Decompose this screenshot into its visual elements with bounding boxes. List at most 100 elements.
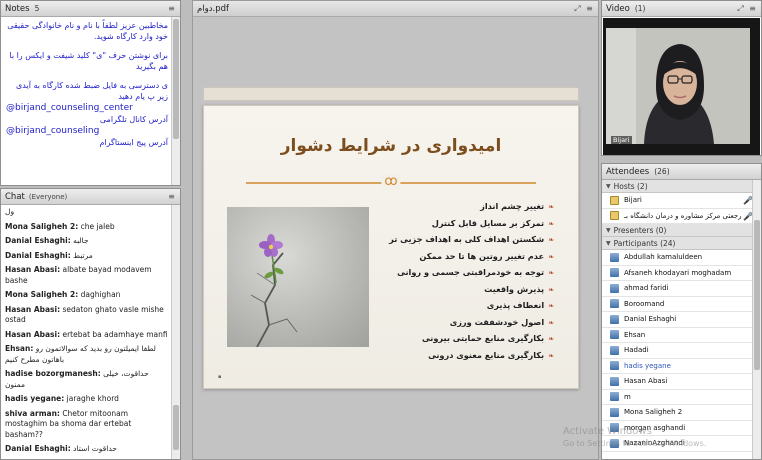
slide-ornament: ꝏ	[246, 174, 536, 190]
participant-icon	[610, 392, 619, 402]
attendee-name: Afsaneh khodayari moghadam	[624, 268, 732, 277]
watermark-line1: Activate Windows	[563, 426, 652, 437]
notes-line: آدرس کانال تلگرامی	[99, 115, 168, 124]
menu-icon[interactable]: ≡	[585, 4, 594, 13]
attendee-name: Mona Saligheh 2	[624, 408, 683, 417]
participant-row[interactable]: Hadadi	[602, 343, 761, 359]
participant-icon	[610, 252, 619, 262]
slide-bullet: ❧اصول خودشفقت ورزی	[364, 315, 554, 332]
attendees-count: (26)	[654, 167, 670, 176]
attendees-title: Attendees	[606, 166, 650, 177]
notes-pod: Notes 5 ≡ مخاطبین عزیز لطفاً با نام و نا…	[0, 0, 181, 186]
slide-bullet: ❧انعطاف پذیری	[364, 298, 554, 315]
bullet-icon: ❧	[548, 302, 554, 310]
notes-line: برای نوشتن حرف "ی" کلید شیفت و ایکس را ب…	[9, 51, 168, 71]
chat-message: Danial Eshaghi: حداقوت استاد	[5, 444, 168, 455]
chat-sender: Mona Saligheh 2:	[5, 290, 79, 299]
collapse-triangle-icon[interactable]: ▼	[606, 240, 611, 247]
attendee-name: Bijari	[624, 196, 642, 205]
participant-icon	[610, 314, 619, 324]
flower-image-graphic	[250, 234, 298, 347]
bullet-icon: ❧	[548, 269, 554, 277]
attendee-group-header[interactable]: ▼ Presenters (0)	[602, 224, 761, 237]
share-header: دوام.pdf ⤢ ≡	[193, 1, 598, 17]
chat-sender: Hasan Abasi:	[5, 304, 61, 314]
attendee-name: hadis yegane	[624, 361, 671, 370]
participant-icon	[610, 268, 619, 278]
collapse-triangle-icon[interactable]: ▼	[606, 183, 611, 190]
chat-message: Hasan Abasi: albate bayad modavem bashe	[5, 265, 168, 286]
ornament-icon: ꝏ	[381, 174, 401, 190]
participant-icon	[610, 376, 619, 386]
slide-bullet: ❧پذیرش واقعیت	[364, 282, 554, 299]
chat-message: Hasan Abasi: ertebat ba adamhaye manfi	[5, 330, 168, 341]
participant-icon	[610, 283, 619, 293]
participant-row[interactable]: Danial Eshaghi	[602, 312, 761, 328]
notes-spacer	[6, 72, 168, 80]
notes-count: 5	[34, 4, 40, 13]
menu-icon[interactable]: ≡	[748, 4, 757, 13]
slide-bullet-text: تغییر چشم انداز	[480, 201, 545, 211]
slide-bullet: ❧تغییر چشم انداز	[364, 199, 554, 216]
bullet-icon: ❧	[548, 203, 554, 211]
attendee-group-header[interactable]: ▼ Participants (24)	[602, 237, 761, 250]
chat-scope[interactable]: (Everyone)	[29, 193, 67, 201]
slide-bullet-text: عدم تغییر روتین ها تا حد ممکن	[419, 250, 545, 261]
host-row[interactable]: رجعتی مرکز مشاوره و درمان دانشگاه بـ 🎤	[602, 209, 761, 224]
collapse-triangle-icon[interactable]: ▼	[606, 227, 611, 234]
chat-sender: hadis yegane:	[5, 394, 65, 403]
host-icon	[610, 195, 619, 205]
flower-crack-image	[227, 207, 369, 347]
participant-row[interactable]: hadis yegane	[602, 359, 761, 374]
notes-line: آدرس پیج اینستاگرام	[99, 138, 168, 147]
chat-sender: Hasan Abasi:	[5, 265, 61, 274]
chat-message: ول	[5, 207, 168, 218]
participant-row[interactable]: Abdullah kamaluldeen	[602, 250, 761, 266]
chat-sender: Mona Saligheh 2:	[5, 221, 79, 231]
participant-row[interactable]: Mona Saligheh 2	[602, 405, 761, 421]
slide-bullet-text: توجه به خودمراقبتی جسمی و روانی	[397, 267, 545, 277]
attendee-group-label: Hosts (2)	[613, 181, 648, 191]
chat-text: مرتبط	[73, 250, 93, 260]
attendee-name: Abdullah kamaluldeen	[624, 253, 703, 262]
slide-bullet-text: اصول خودشفقت ورزی	[449, 316, 545, 327]
participant-icon	[610, 407, 619, 417]
participant-row[interactable]: ahmad faridi	[602, 281, 761, 297]
slide-bullet-list: ❧تغییر چشم انداز ❧تمرکز بر مسایل قابل کنت…	[364, 199, 554, 364]
participant-row[interactable]: Boroomand	[602, 297, 761, 312]
notes-line: مخاطبین عزیز لطفاً با نام و نام خانوادگی…	[7, 21, 168, 41]
fullscreen-icon[interactable]: ⤢	[573, 4, 582, 13]
chat-scrollbar[interactable]	[171, 205, 180, 459]
slide-header-strip	[203, 87, 579, 101]
attendee-group-header[interactable]: ▼ Hosts (2)	[602, 180, 761, 193]
video-pod: Video (1) ⤢ ≡ Bijari	[601, 0, 762, 156]
host-row[interactable]: Bijari 🎤	[602, 193, 761, 209]
attendees-scrollbar[interactable]	[752, 180, 761, 459]
fullscreen-icon[interactable]: ⤢	[736, 4, 745, 13]
chat-sender: Hasan Abasi:	[5, 329, 61, 339]
participant-row[interactable]: Hasan Abasi	[602, 374, 761, 390]
chat-text: daghighan	[80, 290, 121, 299]
slide-page-marker: ▪	[218, 374, 222, 380]
slide-bullet-text: بکارگیری منابع حمایتی بیرونی	[421, 333, 545, 343]
menu-icon[interactable]: ≡	[167, 4, 176, 13]
participant-row[interactable]: m	[602, 390, 761, 405]
chat-message: shiva arman: Chetor mitoonam mostaghim b…	[5, 409, 168, 441]
notes-line: ی دسترسی به فایل ضبط شده کارگاه به آیدی …	[16, 81, 168, 101]
presenter-video[interactable]	[606, 28, 750, 144]
bullet-icon: ❧	[548, 219, 554, 228]
chat-text: ول	[5, 207, 15, 216]
participant-row[interactable]: Ehsan	[602, 328, 761, 343]
chat-text: jaraghe khord	[66, 394, 119, 403]
participant-row[interactable]: Afsaneh khodayari moghadam	[602, 266, 761, 281]
notes-scrollbar[interactable]	[171, 17, 180, 185]
attendees-pod: Attendees (26) ▼ Hosts (2) Bijari 🎤 رجعتی مر…	[601, 163, 762, 460]
menu-icon[interactable]: ≡	[167, 192, 176, 201]
bullet-icon: ❧	[548, 335, 554, 343]
slide: امیدواری در شرایط دشوار ꝏ ❧تغییر چشم اند…	[203, 105, 579, 389]
slide-bullet-text: انعطاف پذیری	[486, 300, 545, 310]
participant-icon	[610, 299, 619, 309]
slide-bullet-text: بکارگیری منابع معنوی درونی	[428, 349, 545, 360]
slide-bullet: ❧عدم تغییر روتین ها تا حد ممکن	[364, 249, 554, 266]
attendee-name: Boroomand	[624, 299, 665, 308]
